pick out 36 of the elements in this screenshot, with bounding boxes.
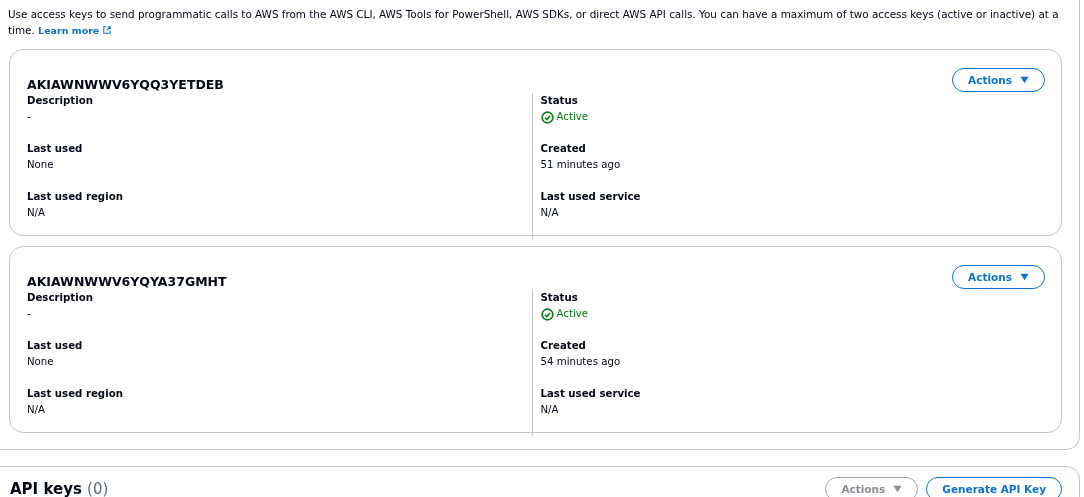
- field-label: Last used service: [540, 387, 642, 401]
- field-label: Created: [540, 339, 587, 353]
- field-label: Last used region: [27, 387, 124, 401]
- status-text: Active: [556, 307, 588, 321]
- field-label: Description: [27, 291, 94, 305]
- field-value: 54 minutes ago: [540, 355, 622, 369]
- caret-icon: [893, 485, 903, 493]
- field-label: Status: [540, 94, 579, 108]
- field-value: None: [27, 158, 55, 172]
- field-value: 51 minutes ago: [540, 158, 622, 172]
- field-label: Last used region: [27, 190, 124, 204]
- access-key-id: AKIAWNWWV6YQYA37GMHT: [27, 273, 227, 289]
- access-key-id: AKIAWNWWV6YQQ3YETDEB: [27, 76, 224, 92]
- learn-more-link[interactable]: Learn more: [38, 25, 111, 36]
- actions-button[interactable]: Actions: [952, 68, 1045, 92]
- field-label: Description: [27, 94, 94, 108]
- field-value: N/A: [27, 206, 47, 220]
- field-value: N/A: [540, 206, 560, 220]
- field-value: N/A: [27, 403, 47, 417]
- generate-api-key-button[interactable]: Generate API Key: [926, 477, 1062, 497]
- field-label: Status: [540, 291, 579, 305]
- field-value: None: [27, 355, 55, 369]
- caret-icon: [1020, 76, 1029, 84]
- field-value: N/A: [540, 403, 560, 417]
- external-link-icon: [102, 26, 111, 34]
- field-label: Created: [540, 142, 587, 156]
- field-label: Last used: [27, 142, 84, 156]
- field-value: -: [27, 110, 32, 124]
- status-text: Active: [556, 110, 588, 124]
- field-label: Last used: [27, 339, 84, 353]
- caret-icon: [1020, 273, 1029, 281]
- field-value: -: [27, 307, 32, 321]
- field-label: Last used service: [540, 190, 642, 204]
- intro-text: Use access keys to send programmatic calls to AWS from the AWS CLI, AWS Tools for PowerShell, AWS SDKs, or direct AWS API calls. You can have a maximum of two access keys (active or inactive) at a time. Learn more: [8, 7, 1060, 38]
- section-title: API keys (0): [10, 480, 109, 497]
- actions-button[interactable]: Actions: [952, 265, 1045, 289]
